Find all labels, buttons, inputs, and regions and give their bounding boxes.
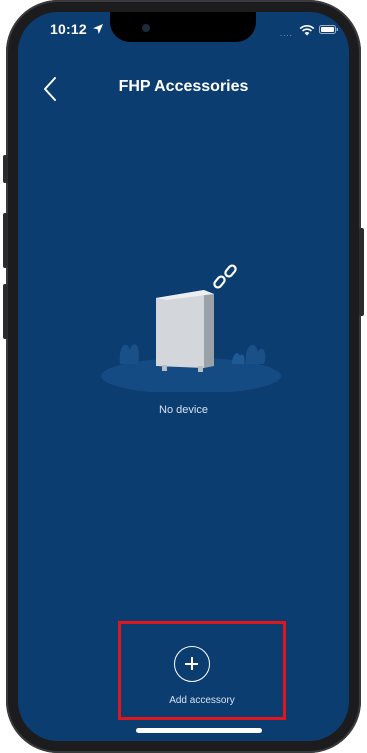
power-button <box>359 228 364 316</box>
page-title: FHP Accessories <box>118 78 249 95</box>
unlinked-chain-icon <box>213 264 237 289</box>
device-unlinked-illustration <box>101 264 281 392</box>
camera-icon <box>142 24 150 32</box>
volume-up-button <box>3 213 8 268</box>
add-accessory-label[interactable]: Add accessory <box>118 695 286 706</box>
location-arrow-icon <box>93 24 103 34</box>
status-time: 10:12 <box>50 21 87 37</box>
notch <box>110 12 256 42</box>
add-accessory-button[interactable] <box>174 646 210 682</box>
wifi-icon <box>299 24 315 36</box>
battery-icon <box>319 25 338 34</box>
empty-state-message: No device <box>159 404 208 416</box>
home-indicator <box>136 728 262 733</box>
cellular-signal-icon: .... <box>280 29 293 38</box>
volume-down-button <box>3 284 8 339</box>
screenshot-canvas: 10:12 .... FHP Accessories No device Add… <box>0 0 367 753</box>
mute-switch <box>3 155 8 183</box>
